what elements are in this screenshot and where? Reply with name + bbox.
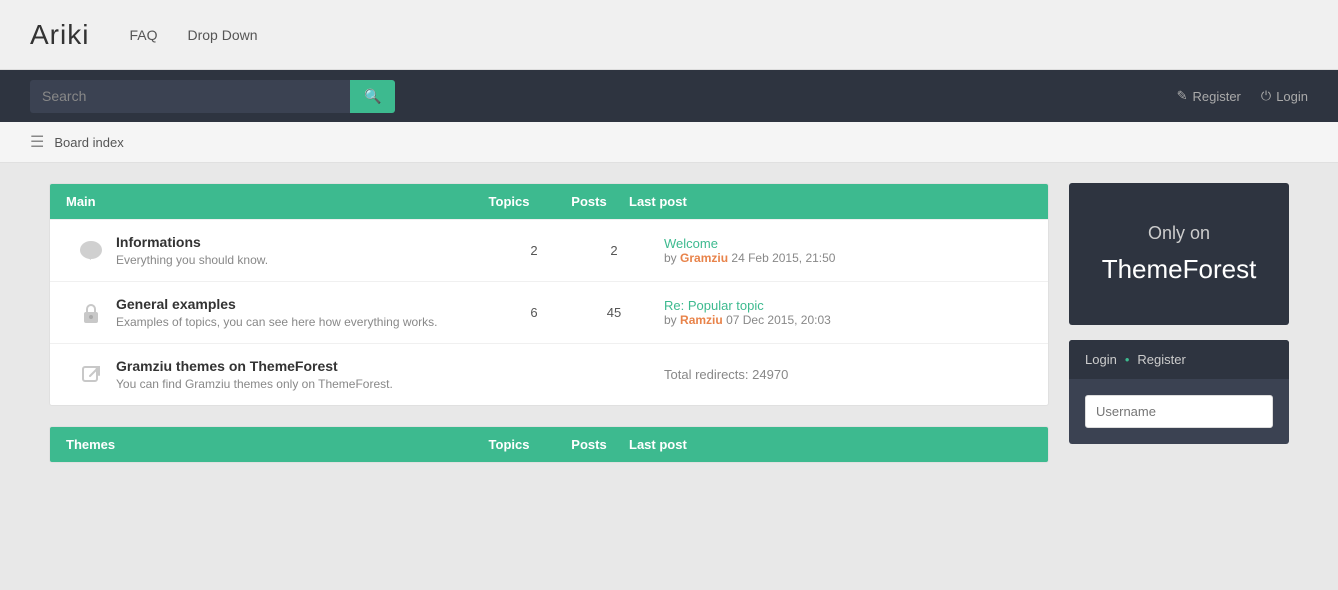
search-form: 🔍 <box>30 80 395 113</box>
table-row: Informations Everything you should know.… <box>50 219 1048 281</box>
sidebar-login-body <box>1069 379 1289 444</box>
search-bar: 🔍 ✎ Register ⏻ Login <box>0 70 1338 122</box>
forum-desc-themeforest: You can find Gramziu themes only on Them… <box>116 377 494 391</box>
main-forum-section: Main Topics Posts Last post Informations… <box>49 183 1049 406</box>
last-post-title-informations[interactable]: Welcome <box>664 236 1032 251</box>
main-posts-header: Posts <box>549 194 629 209</box>
forum-topics-informations: 2 <box>494 243 574 258</box>
search-input-wrap <box>30 80 350 113</box>
nav-links: FAQ Drop Down <box>129 27 257 43</box>
register-button[interactable]: ✎ Register <box>1177 88 1241 104</box>
main-title: Main <box>66 194 469 209</box>
last-post-themeforest: Total redirects: 24970 <box>654 367 1032 382</box>
username-input[interactable] <box>1085 395 1273 428</box>
forum-posts-general: 45 <box>574 305 654 320</box>
last-post-author-general[interactable]: Ramziu <box>680 313 723 327</box>
forum-info-general: General examples Examples of topics, you… <box>116 296 494 329</box>
forum-desc-general: Examples of topics, you can see here how… <box>116 315 494 329</box>
forum-title-general[interactable]: General examples <box>116 296 494 312</box>
forum-title-informations[interactable]: Informations <box>116 234 494 250</box>
external-link-icon <box>66 365 116 385</box>
forum-area: Main Topics Posts Last post Informations… <box>49 183 1049 483</box>
main-lastpost-header: Last post <box>629 194 1032 209</box>
login-button[interactable]: ⏻ Login <box>1261 88 1308 104</box>
promo-line2: ThemeForest <box>1089 254 1269 285</box>
last-post-date-informations: 24 Feb 2015, 21:50 <box>731 251 835 265</box>
last-post-informations: Welcome by Gramziu 24 Feb 2015, 21:50 <box>654 236 1032 265</box>
last-post-title-general[interactable]: Re: Popular topic <box>664 298 1032 313</box>
search-input[interactable] <box>42 88 338 104</box>
register-icon: ✎ <box>1177 88 1188 104</box>
promo-line1: Only on <box>1089 223 1269 244</box>
register-label: Register <box>1192 89 1240 104</box>
forum-topics-general: 6 <box>494 305 574 320</box>
nav-faq[interactable]: FAQ <box>129 27 157 43</box>
site-logo: Ariki <box>30 19 89 51</box>
chat-bubble-icon <box>66 238 116 264</box>
search-button[interactable]: 🔍 <box>350 80 395 113</box>
nav-dropdown[interactable]: Drop Down <box>187 27 257 43</box>
separator-dot: • <box>1125 352 1130 367</box>
forum-posts-informations: 2 <box>574 243 654 258</box>
redirects-count: Total redirects: 24970 <box>664 367 1032 382</box>
sidebar-login-box: Login • Register <box>1069 340 1289 444</box>
last-post-author-informations[interactable]: Gramziu <box>680 251 728 265</box>
lock-icon <box>66 301 116 325</box>
last-post-by-general: by <box>664 313 677 327</box>
sidebar-register-link[interactable]: Register <box>1137 352 1185 367</box>
last-post-general: Re: Popular topic by Ramziu 07 Dec 2015,… <box>654 298 1032 327</box>
header-actions: ✎ Register ⏻ Login <box>1177 88 1308 104</box>
forum-title-themeforest[interactable]: Gramziu themes on ThemeForest <box>116 358 494 374</box>
themes-topics-header: Topics <box>469 437 549 452</box>
breadcrumb-board-index[interactable]: Board index <box>54 135 123 150</box>
last-post-meta-general: by Ramziu 07 Dec 2015, 20:03 <box>664 313 1032 327</box>
sidebar-promo-box: Only on ThemeForest <box>1069 183 1289 325</box>
themes-title: Themes <box>66 437 469 452</box>
power-icon: ⏻ <box>1261 88 1271 104</box>
sidebar: Only on ThemeForest Login • Register <box>1069 183 1289 483</box>
main-topics-header: Topics <box>469 194 549 209</box>
themes-forum-section: Themes Topics Posts Last post <box>49 426 1049 463</box>
forum-info-themeforest: Gramziu themes on ThemeForest You can fi… <box>116 358 494 391</box>
forum-info-informations: Informations Everything you should know. <box>116 234 494 267</box>
breadcrumb-bar: ☰ Board index <box>0 122 1338 163</box>
hamburger-icon[interactable]: ☰ <box>30 132 44 152</box>
table-row: General examples Examples of topics, you… <box>50 281 1048 343</box>
sidebar-login-link[interactable]: Login <box>1085 352 1117 367</box>
table-row: Gramziu themes on ThemeForest You can fi… <box>50 343 1048 405</box>
main-content: Main Topics Posts Last post Informations… <box>29 183 1309 483</box>
themes-forum-header: Themes Topics Posts Last post <box>50 427 1048 462</box>
last-post-by-informations: by <box>664 251 677 265</box>
themes-posts-header: Posts <box>549 437 629 452</box>
login-label: Login <box>1276 89 1308 104</box>
forum-desc-informations: Everything you should know. <box>116 253 494 267</box>
last-post-meta-informations: by Gramziu 24 Feb 2015, 21:50 <box>664 251 1032 265</box>
sidebar-promo: Only on ThemeForest <box>1069 183 1289 325</box>
top-nav: Ariki FAQ Drop Down <box>0 0 1338 70</box>
main-forum-header: Main Topics Posts Last post <box>50 184 1048 219</box>
sidebar-login-header: Login • Register <box>1069 340 1289 379</box>
themes-lastpost-header: Last post <box>629 437 1032 452</box>
last-post-date-general: 07 Dec 2015, 20:03 <box>726 313 831 327</box>
